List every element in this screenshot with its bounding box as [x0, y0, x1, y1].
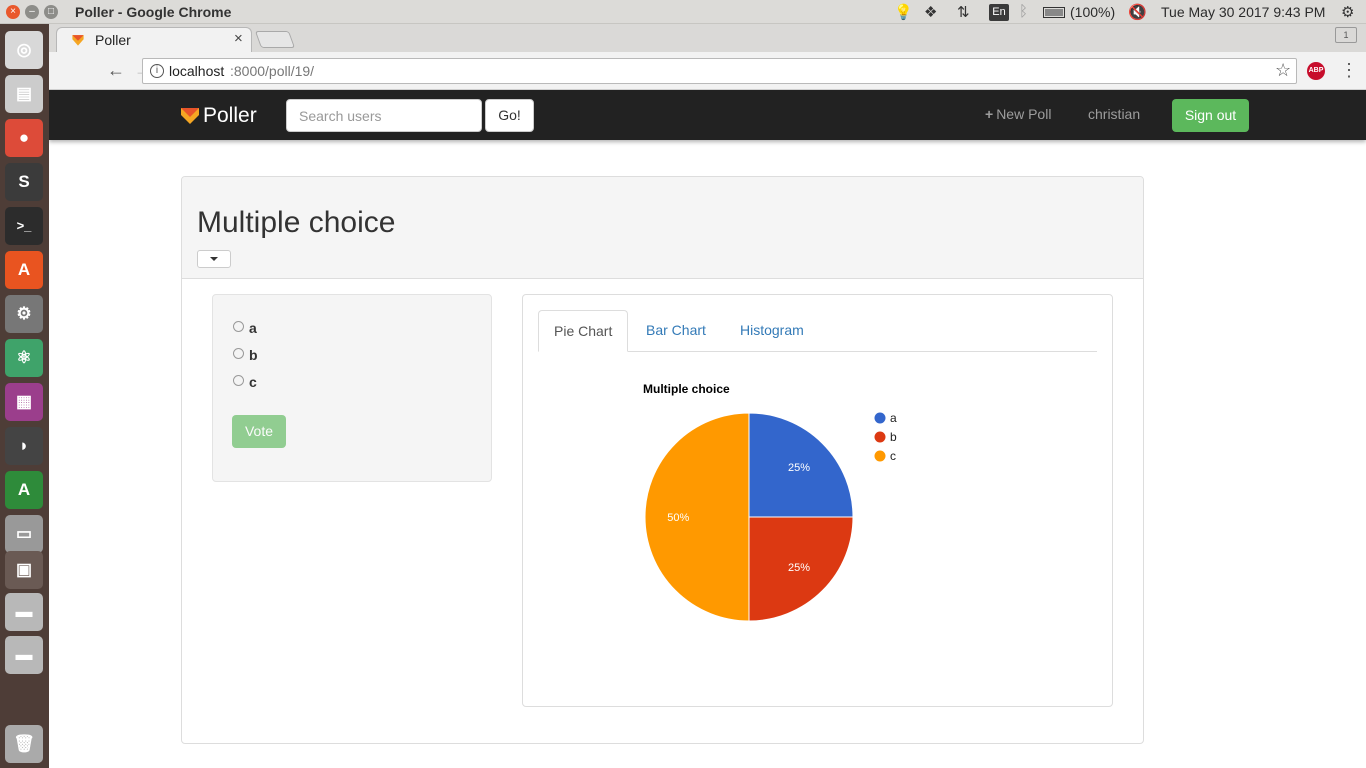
legend-swatch[interactable]	[874, 412, 886, 424]
bulb-indicator-icon[interactable]: 💡	[894, 3, 913, 21]
option-radio[interactable]	[233, 348, 244, 359]
option-label: c	[249, 374, 257, 390]
clock[interactable]: Tue May 30 2017 9:43 PM	[1161, 4, 1325, 20]
bluetooth-icon[interactable]: ᛒ	[1019, 3, 1028, 20]
software-center-icon[interactable]: A	[5, 251, 43, 289]
pie-slice-c[interactable]	[644, 412, 750, 622]
legend-swatch[interactable]	[874, 431, 886, 443]
battery-icon[interactable]	[1043, 7, 1065, 18]
new-poll-label: New Poll	[996, 106, 1052, 122]
legend-swatch[interactable]	[874, 450, 886, 462]
bookmark-star-icon[interactable]: ☆	[1275, 60, 1291, 81]
option-radio[interactable]	[233, 321, 244, 332]
chart-tabs: Pie Chart Bar Chart Histogram	[538, 310, 1097, 352]
poll-panel: Multiple choice a b c Vote Pie Chart Bar…	[181, 176, 1144, 744]
search-users-input[interactable]	[286, 99, 482, 132]
browser-tab[interactable]: Poller ×	[56, 27, 252, 53]
tab-close-icon[interactable]: ×	[234, 30, 243, 47]
poll-title: Multiple choice	[197, 206, 396, 239]
username-link[interactable]: christian	[1088, 106, 1140, 122]
url-path: :8000/poll/19/	[230, 63, 315, 79]
pie-chart: Multiple choice 25% 25% 50% abc	[643, 382, 897, 622]
go-button[interactable]: Go!	[485, 99, 534, 132]
tab-title: Poller	[95, 32, 131, 48]
pie-slice-label: 25%	[788, 562, 810, 574]
dropbox-icon[interactable]: ❖	[924, 3, 937, 21]
sublime-text-icon[interactable]: S	[5, 163, 43, 201]
window-minimize-button[interactable]: –	[25, 5, 39, 19]
system-top-bar: × – □ Poller - Google Chrome 💡 ❖ ⇅ En ᛒ …	[0, 0, 1366, 24]
poller-logo-icon	[181, 108, 199, 124]
app-window-icon[interactable]: ▦	[5, 383, 43, 421]
battery-percentage[interactable]: (100%)	[1070, 4, 1115, 20]
keyboard-layout-indicator[interactable]: En	[989, 4, 1009, 21]
info-icon[interactable]: i	[150, 64, 164, 78]
tab-histogram[interactable]: Histogram	[725, 310, 819, 352]
tab-bar-chart[interactable]: Bar Chart	[631, 310, 721, 352]
pie-slice-label: 25%	[788, 462, 810, 474]
chrome-icon[interactable]: ●	[5, 119, 43, 157]
back-arrow-icon[interactable]: ←	[107, 59, 125, 81]
system-gear-icon[interactable]: ⚙	[1341, 3, 1354, 21]
vote-form: a b c Vote	[212, 294, 492, 482]
chrome-menu-icon[interactable]: ⋮	[1340, 60, 1358, 81]
new-poll-link[interactable]: + New Poll	[985, 106, 1051, 122]
window-close-button[interactable]: ×	[6, 5, 20, 19]
software-updater-icon[interactable]: A	[5, 471, 43, 509]
poll-panel-header: Multiple choice	[182, 177, 1143, 279]
launcher: ◎ ▤ ● S >_ A ⚙ ⚛ ▦ ◗ A ▭ ▣ ▬ ▬ 🗑	[0, 24, 49, 768]
gedit-icon[interactable]: ◗	[5, 427, 43, 465]
chart-panel: Pie Chart Bar Chart Histogram Multiple c…	[522, 294, 1113, 707]
terminal-icon[interactable]: >_	[5, 207, 43, 245]
atom-icon[interactable]: ⚛	[5, 339, 43, 377]
drive-icon[interactable]: ▬	[5, 636, 43, 674]
adblock-plus-icon[interactable]: ABP	[1307, 62, 1325, 80]
window-maximize-button[interactable]: □	[44, 5, 58, 19]
volume-muted-icon[interactable]: 🔇	[1128, 3, 1147, 21]
option-radio[interactable]	[233, 375, 244, 386]
caret-down-icon	[210, 257, 218, 261]
address-bar[interactable]: i localhost :8000/poll/19/	[142, 58, 1297, 84]
chart-title: Multiple choice	[643, 382, 730, 396]
brand-name: Poller	[203, 104, 257, 127]
drive-icon[interactable]: ▬	[5, 593, 43, 631]
scanner-icon[interactable]: ▭	[5, 515, 43, 553]
legend-label[interactable]: b	[890, 430, 897, 444]
workspaces-icon[interactable]: ▣	[5, 551, 43, 589]
option-label: b	[249, 347, 258, 363]
option-label: a	[249, 320, 257, 336]
new-tab-button[interactable]	[254, 31, 296, 48]
tab-pie-chart[interactable]: Pie Chart	[538, 310, 629, 352]
brand-link[interactable]: Poller	[180, 103, 257, 127]
network-icon[interactable]: ⇅	[957, 3, 970, 21]
pie-slice-label: 50%	[667, 512, 689, 524]
files-icon[interactable]: ▤	[5, 75, 43, 113]
trash-icon[interactable]: 🗑	[5, 725, 43, 763]
vote-button[interactable]: Vote	[232, 415, 286, 448]
poll-dropdown-button[interactable]	[197, 250, 231, 268]
plus-icon: +	[985, 106, 994, 122]
profile-button[interactable]: 1	[1335, 27, 1357, 43]
page-viewport: Poller Go! +New Poll christian Sign out …	[49, 90, 1366, 768]
url-host: localhost	[169, 63, 225, 79]
ubuntu-logo-icon[interactable]: ◎	[5, 31, 43, 69]
navbar: Poller Go! +New Poll christian Sign out	[49, 90, 1366, 140]
settings-tools-icon[interactable]: ⚙	[5, 295, 43, 333]
poller-favicon-icon	[72, 35, 84, 46]
window-title: Poller - Google Chrome	[75, 4, 232, 20]
legend-label[interactable]: a	[890, 411, 897, 425]
sign-out-button[interactable]: Sign out	[1172, 99, 1249, 132]
legend-label[interactable]: c	[890, 449, 896, 463]
